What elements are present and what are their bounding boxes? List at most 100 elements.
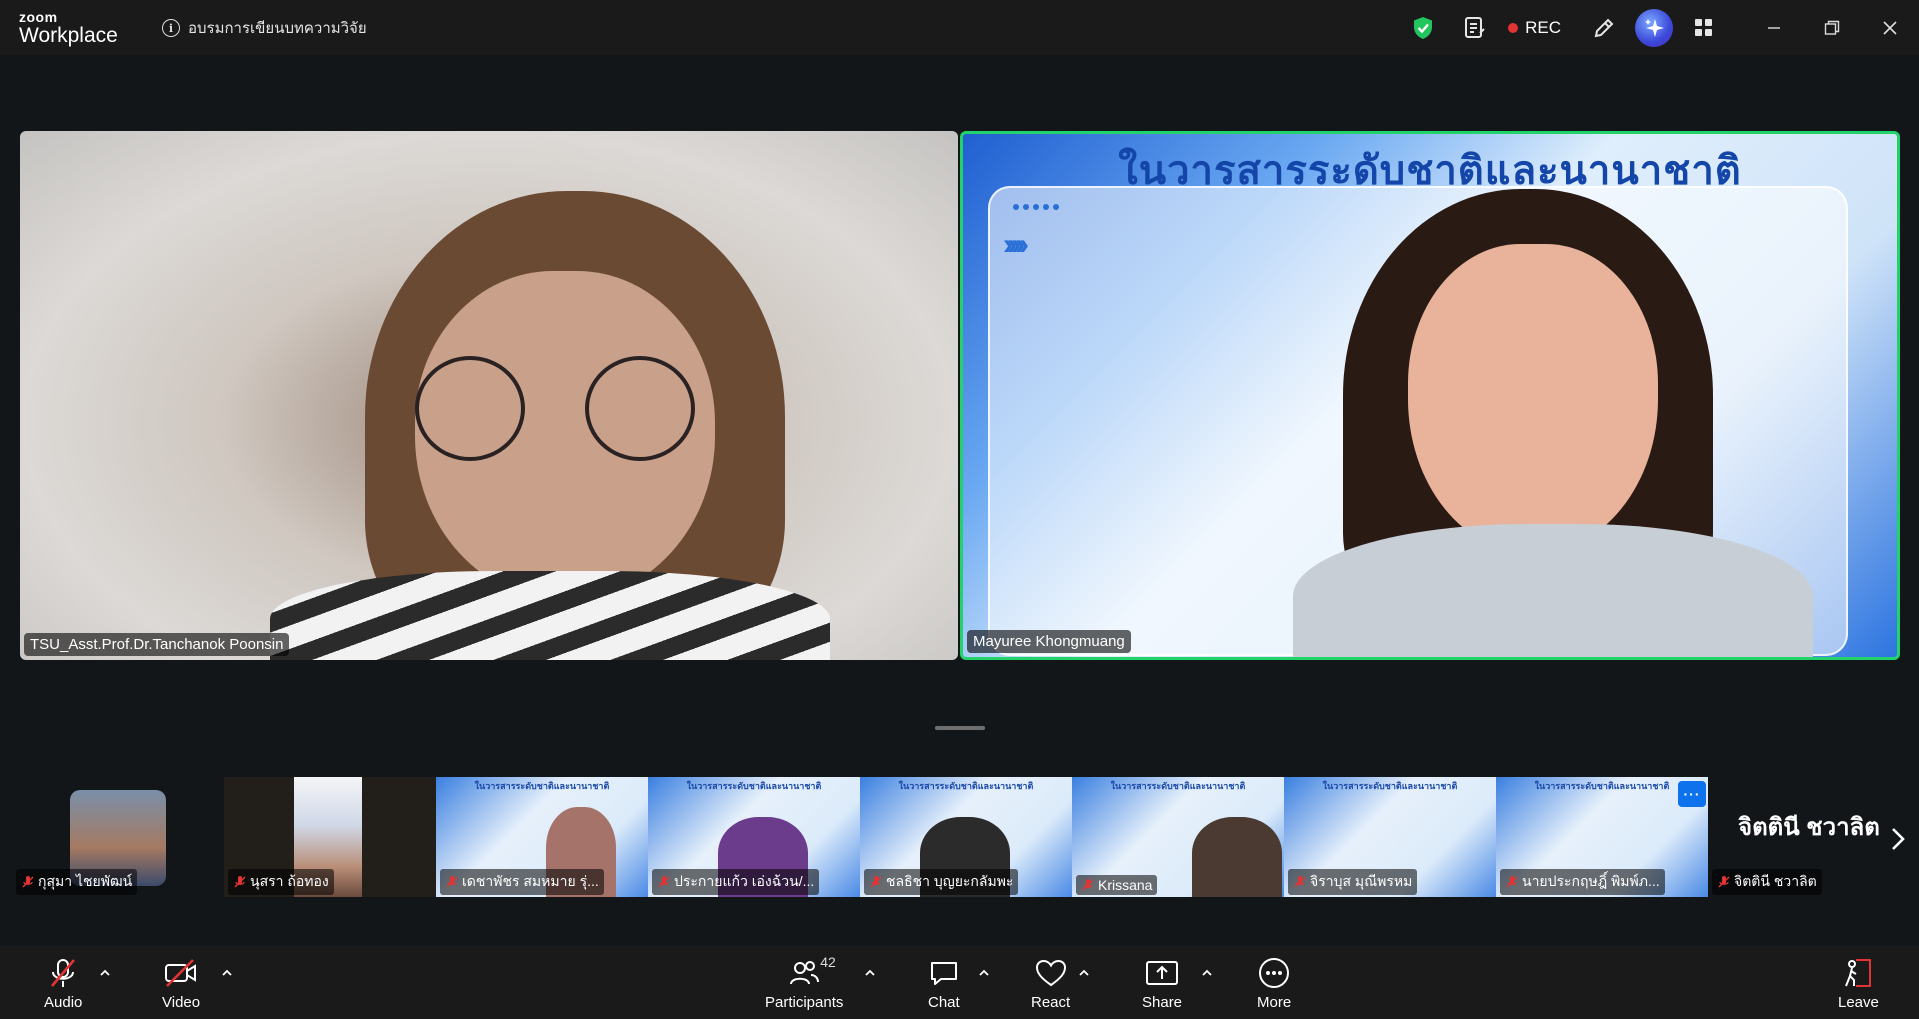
audio-label: Audio (44, 994, 83, 1011)
mic-muted-icon (1294, 876, 1306, 888)
security-shield-icon[interactable] (1402, 7, 1444, 49)
chat-options-chevron-up-icon[interactable] (977, 966, 991, 980)
mic-muted-icon (1506, 876, 1518, 888)
participant-video-2-active-speaker[interactable]: ในวารสารระดับชาติและนานาชาติ ››››› Mayur… (960, 131, 1900, 660)
mic-muted-icon (48, 956, 78, 990)
participants-options-chevron-up-icon[interactable] (863, 966, 877, 980)
participant-shirt (270, 571, 830, 660)
mic-muted-icon (658, 876, 670, 888)
thumbnail-tile[interactable]: นุสรา ถ้อทอง (224, 777, 436, 897)
meeting-title: อบรมการเขียนบทความวิจัย (188, 20, 367, 37)
thumbnail-name-tag: จิราบุส มุณีพรหม (1288, 869, 1418, 895)
decorative-dots (1013, 204, 1059, 210)
mic-muted-icon (234, 876, 246, 888)
thumbnail-more-options-button[interactable]: ··· (1678, 781, 1706, 807)
thumbnail-background-title: ในวารสารระดับชาติและนานาชาติ (1322, 781, 1458, 791)
chat-button[interactable]: Chat (928, 956, 960, 1011)
thumbnail-tile[interactable]: ในวารสารระดับชาติและนานาชาติ จิราบุส มุณ… (1284, 777, 1496, 897)
leave-label: Leave (1838, 994, 1879, 1011)
participant-video-feed (1192, 817, 1282, 897)
logo-large-text: Workplace (19, 24, 118, 47)
thumbnail-background-title: ในวารสารระดับชาติและนานาชาติ (474, 781, 610, 791)
participant-name-tag: TSU_Asst.Prof.Dr.Tanchanok Poonsin (24, 633, 290, 656)
zoom-workplace-logo: zoom Workplace (19, 10, 118, 46)
thumbnail-name: นายประกฤษฎิ์ พิมพ์ภ... (1522, 873, 1660, 889)
recording-dot-icon (1508, 22, 1519, 33)
thumbnail-tile[interactable]: ในวารสารระดับชาติและนานาชาติ ประกายแก้ว … (648, 777, 860, 897)
minimize-window-icon[interactable] (1745, 0, 1803, 55)
audio-options-chevron-up-icon[interactable] (98, 966, 112, 980)
participant-video-1[interactable]: TSU_Asst.Prof.Dr.Tanchanok Poonsin (20, 131, 958, 660)
meeting-info[interactable]: i อบรมการเขียนบทความวิจัย (162, 16, 367, 40)
next-page-chevron-right-icon[interactable] (1886, 824, 1910, 854)
mic-muted-icon (1082, 879, 1094, 891)
thumbnail-tile[interactable]: ในวารสารระดับชาติและนานาชาติ ชลธิชา บุญย… (860, 777, 1072, 897)
thumbnail-tile[interactable]: ในวารสารระดับชาติและนานาชาติ Krissana (1072, 777, 1284, 897)
video-label: Video (162, 994, 201, 1011)
thumbnail-background-title: ในวารสารระดับชาติและนานาชาติ (1534, 781, 1670, 791)
thumbnail-name: ชลธิชา บุญยะกลัมพะ (886, 873, 1014, 889)
thumbnail-name-tag: นุสรา ถ้อทอง (228, 869, 334, 895)
thumbnail-name: กุสุมา ไชยพัฒน์ (38, 873, 133, 889)
video-options-chevron-up-icon[interactable] (220, 966, 234, 980)
thumbnail-name-tag: กุสุมา ไชยพัฒน์ (16, 869, 138, 895)
virtual-background-title: ในวารสารระดับชาติและนานาชาติ (1118, 149, 1742, 193)
thumbnail-tile[interactable]: จิตตินี ชวาลิต จิตตินี ชวาลิต (1708, 777, 1908, 897)
title-bar: zoom Workplace i อบรมการเขียนบทความวิจัย… (0, 0, 1919, 55)
participants-label: Participants (765, 994, 844, 1011)
recording-indicator[interactable]: REC (1508, 18, 1561, 38)
thumbnail-strip: กุสุมา ไชยพัฒน์ นุสรา ถ้อทอง ในวารสารระด… (12, 777, 1708, 897)
annotate-pencil-icon[interactable] (1583, 7, 1625, 49)
react-label: React (1031, 994, 1071, 1011)
restore-window-icon[interactable] (1803, 0, 1861, 55)
apps-grid-icon[interactable] (1683, 7, 1725, 49)
thumbnail-name: นุสรา ถ้อทอง (250, 873, 329, 889)
thumbnail-name: Krissana (1098, 877, 1153, 893)
more-button[interactable]: More (1257, 956, 1291, 1011)
thumbnail-display-name: จิตตินี ชวาลิต (1738, 814, 1880, 841)
audio-button[interactable]: Audio (44, 956, 82, 1011)
thumbnail-name: ประกายแก้ว เอ่งฉ้วน/... (674, 873, 815, 889)
leave-door-icon (1842, 956, 1874, 990)
glasses-left-lens (415, 356, 525, 461)
more-ellipsis-icon (1258, 956, 1290, 990)
mic-muted-icon (870, 876, 882, 888)
gallery-resize-handle[interactable] (935, 726, 985, 730)
decorative-chevrons-icon: ››››› (1003, 228, 1029, 261)
thumbnail-background-title: ในวารสารระดับชาติและนานาชาติ (1110, 781, 1246, 791)
chat-label: Chat (928, 994, 960, 1011)
leave-button[interactable]: Leave (1838, 956, 1879, 1011)
participants-icon: 42 (789, 954, 836, 990)
participant-name-tag: Mayuree Khongmuang (967, 630, 1131, 653)
ai-companion-sparkle-icon[interactable] (1635, 8, 1673, 47)
participant-face (1408, 244, 1658, 554)
thumbnail-name: เดชาพัชร สมหมาย รุ่... (462, 873, 599, 889)
mic-muted-icon (1718, 876, 1730, 888)
share-label: Share (1142, 994, 1183, 1011)
thumbnail-background-title: ในวารสารระดับชาติและนานาชาติ (686, 781, 822, 791)
title-bar-controls: REC (1402, 0, 1919, 55)
mic-muted-icon (446, 876, 458, 888)
info-icon[interactable]: i (162, 19, 180, 37)
thumbnail-tile[interactable]: กุสุมา ไชยพัฒน์ (12, 777, 224, 897)
more-label: More (1257, 994, 1292, 1011)
thumbnail-tile[interactable]: ในวารสารระดับชาติและนานาชาติ ··· นายประก… (1496, 777, 1708, 897)
video-button[interactable]: Video (162, 956, 200, 1011)
thumbnail-name-tag: ประกายแก้ว เอ่งฉ้วน/... (652, 869, 820, 895)
notes-icon[interactable] (1454, 7, 1496, 49)
close-window-icon[interactable] (1861, 0, 1919, 55)
thumbnail-tile[interactable]: ในวารสารระดับชาติและนานาชาติ เดชาพัชร สม… (436, 777, 648, 897)
glasses-right-lens (585, 356, 695, 461)
thumbnail-name-tag: จิตตินี ชวาลิต (1712, 869, 1822, 895)
thumbnail-name-tag: เดชาพัชร สมหมาย รุ่... (440, 869, 604, 895)
thumbnail-background-title: ในวารสารระดับชาติและนานาชาติ (898, 781, 1034, 791)
react-button[interactable]: React (1031, 956, 1070, 1011)
share-button[interactable]: Share (1142, 956, 1182, 1011)
participants-button[interactable]: 42 Participants (765, 954, 844, 1011)
share-screen-icon (1145, 956, 1179, 990)
thumbnail-name-tag: Krissana (1076, 875, 1158, 895)
thumbnail-name: จิราบุส มุณีพรหม (1310, 873, 1413, 889)
react-options-chevron-up-icon[interactable] (1077, 966, 1091, 980)
mic-muted-icon (22, 876, 34, 888)
share-options-chevron-up-icon[interactable] (1200, 966, 1214, 980)
